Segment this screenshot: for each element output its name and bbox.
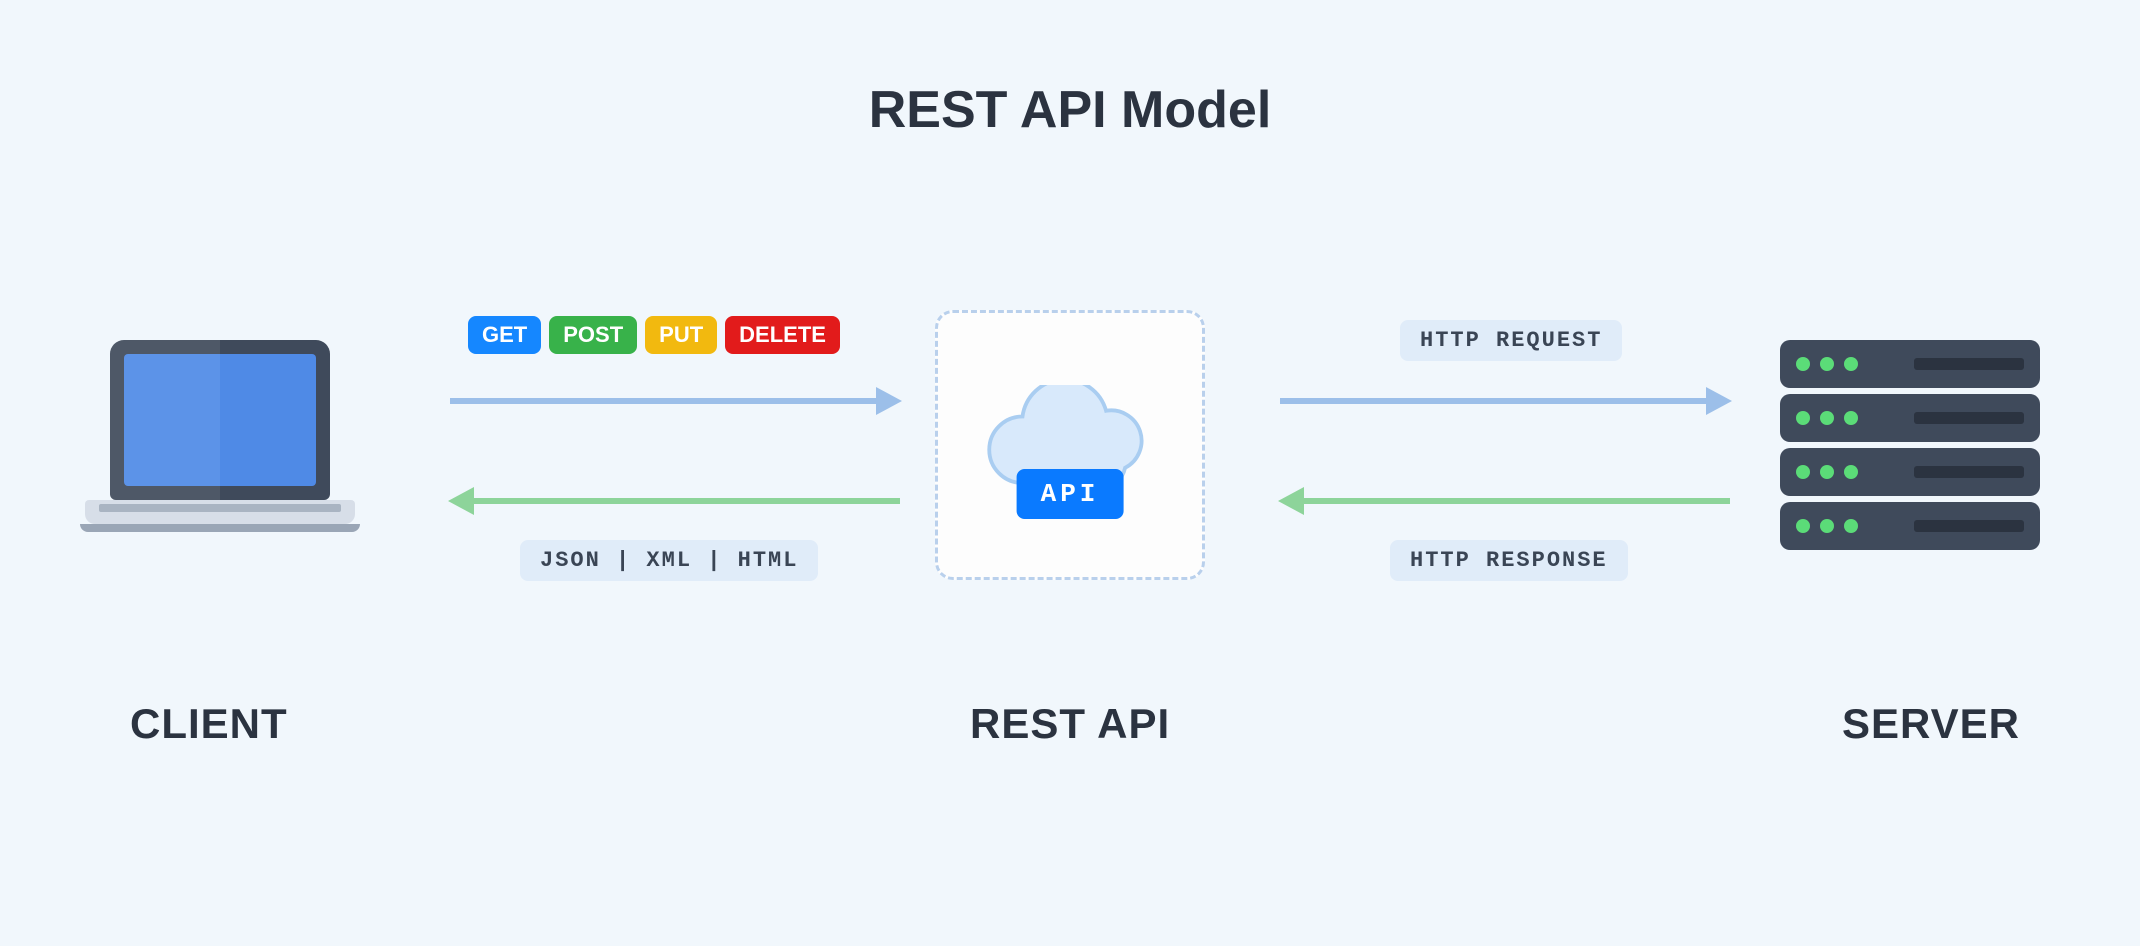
method-delete: DELETE: [725, 316, 840, 354]
api-badge: API: [1017, 469, 1124, 519]
client-node: [70, 340, 370, 532]
response-formats-chip: JSON | XML | HTML: [520, 540, 818, 581]
method-put: PUT: [645, 316, 717, 354]
client-label: CLIENT: [130, 700, 288, 748]
laptop-icon: [80, 340, 360, 532]
rest-api-label: REST API: [970, 700, 1170, 748]
method-post: POST: [549, 316, 637, 354]
diagram-title: REST API Model: [869, 80, 1272, 140]
http-response-chip: HTTP RESPONSE: [1390, 540, 1628, 581]
server-label: SERVER: [1842, 700, 2020, 748]
http-request-chip: HTTP REQUEST: [1400, 320, 1622, 361]
http-methods-group: GET POST PUT DELETE: [468, 316, 840, 354]
method-get: GET: [468, 316, 541, 354]
rest-api-node: API: [935, 310, 1205, 580]
arrow-server-to-api: [1300, 498, 1730, 504]
cloud-icon: API: [975, 385, 1165, 505]
arrow-api-to-server: [1280, 398, 1710, 404]
arrow-client-to-api: [450, 398, 880, 404]
server-node: [1770, 340, 2050, 556]
arrow-api-to-client: [470, 498, 900, 504]
server-rack-icon: [1780, 340, 2040, 550]
